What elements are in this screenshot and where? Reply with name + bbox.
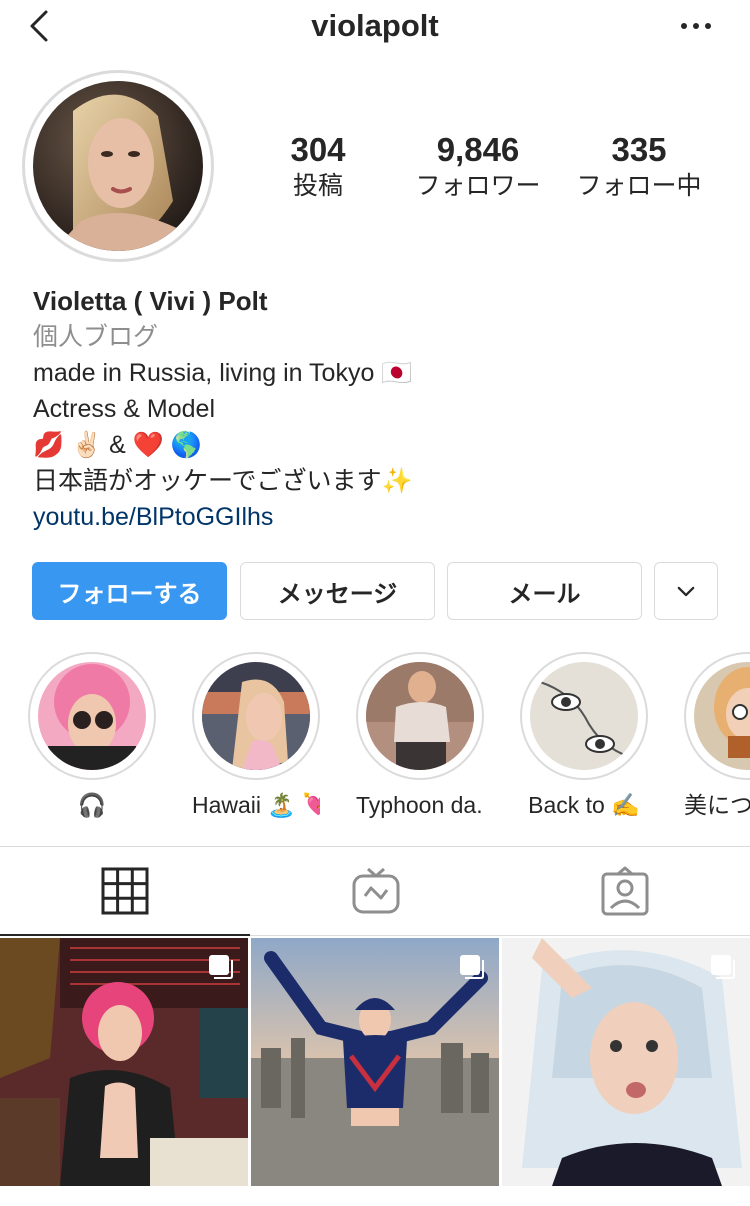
suggested-accounts-button[interactable] bbox=[654, 562, 718, 620]
bio-line: 日本語がオッケーでございます✨ bbox=[33, 467, 413, 495]
highlight-ring bbox=[520, 652, 648, 780]
highlight-ring bbox=[28, 652, 156, 780]
multiple-photos-icon bbox=[460, 955, 484, 979]
post-thumbnail[interactable] bbox=[502, 938, 750, 1186]
followers-count-value: 9,846 bbox=[436, 131, 520, 168]
profile-avatar[interactable] bbox=[33, 81, 203, 251]
profile-category: 個人ブログ bbox=[33, 323, 159, 351]
profile-bio: Violetta ( Vivi ) Polt 個人ブログ made in Rus… bbox=[33, 283, 723, 535]
highlight-label: Typhoon da... bbox=[356, 792, 484, 818]
highlight-cover bbox=[202, 662, 310, 770]
tabs-divider bbox=[0, 846, 750, 847]
grid-icon bbox=[101, 867, 149, 915]
more-options-button[interactable] bbox=[678, 14, 714, 38]
story-highlight[interactable]: Hawaii 🏝️ 💘 bbox=[192, 652, 320, 820]
highlight-cover bbox=[366, 662, 474, 770]
highlight-ring bbox=[684, 652, 750, 780]
following-count[interactable]: 335 フォロー中 bbox=[572, 130, 706, 202]
top-nav-bar: violapolt bbox=[0, 0, 750, 56]
followers-count-label: フォロワー bbox=[415, 172, 541, 200]
profile-username: violapolt bbox=[311, 8, 439, 43]
following-count-label: フォロー中 bbox=[576, 172, 702, 200]
more-horizontal-icon bbox=[681, 23, 711, 29]
highlight-label: 🎧 bbox=[77, 792, 107, 818]
posts-count-value: 304 bbox=[290, 131, 346, 168]
chevron-down-icon bbox=[677, 586, 695, 596]
posts-count[interactable]: 304 投稿 bbox=[270, 130, 366, 202]
tab-grid[interactable] bbox=[100, 866, 150, 916]
highlight-cover bbox=[530, 662, 638, 770]
tab-tagged[interactable] bbox=[600, 866, 650, 916]
highlight-label: Back to ✍️ bbox=[528, 792, 640, 818]
following-count-value: 335 bbox=[611, 131, 667, 168]
post-thumbnail[interactable] bbox=[251, 938, 499, 1186]
highlight-cover bbox=[694, 662, 750, 770]
bio-website-link[interactable]: youtu.be/BlPtoGGIlhs bbox=[33, 499, 723, 535]
bio-line: made in Russia, living in Tokyo 🇯🇵 bbox=[33, 359, 413, 387]
highlight-ring bbox=[356, 652, 484, 780]
multiple-photos-icon bbox=[209, 955, 233, 979]
post-thumbnail[interactable] bbox=[0, 938, 248, 1186]
multiple-photos-icon bbox=[711, 955, 735, 979]
active-tab-indicator bbox=[0, 934, 250, 936]
highlight-ring bbox=[192, 652, 320, 780]
igtv-icon bbox=[352, 867, 400, 914]
message-button[interactable]: メッセージ bbox=[240, 562, 435, 620]
story-highlight[interactable]: Typhoon da... bbox=[356, 652, 484, 820]
bio-line: 💋 ✌🏻 & ❤️ 🌎 bbox=[33, 431, 202, 459]
highlight-cover bbox=[38, 662, 146, 770]
highlight-label: Hawaii 🏝️ 💘 bbox=[192, 792, 320, 818]
bio-line: Actress & Model bbox=[33, 395, 216, 423]
email-button[interactable]: メール bbox=[447, 562, 642, 620]
posts-count-label: 投稿 bbox=[292, 172, 343, 200]
highlight-label: 美につい bbox=[684, 792, 750, 818]
follow-button[interactable]: フォローする bbox=[32, 562, 227, 620]
story-highlight[interactable]: 🎧 bbox=[28, 652, 156, 820]
full-name: Violetta ( Vivi ) Polt bbox=[33, 286, 268, 316]
followers-count[interactable]: 9,846 フォロワー bbox=[408, 130, 548, 202]
bottom-spacer bbox=[0, 1188, 750, 1206]
story-highlight[interactable]: Back to ✍️ bbox=[520, 652, 648, 820]
tagged-icon bbox=[601, 866, 649, 916]
story-highlight[interactable]: 美につい bbox=[684, 652, 750, 820]
tab-igtv[interactable] bbox=[351, 866, 401, 916]
